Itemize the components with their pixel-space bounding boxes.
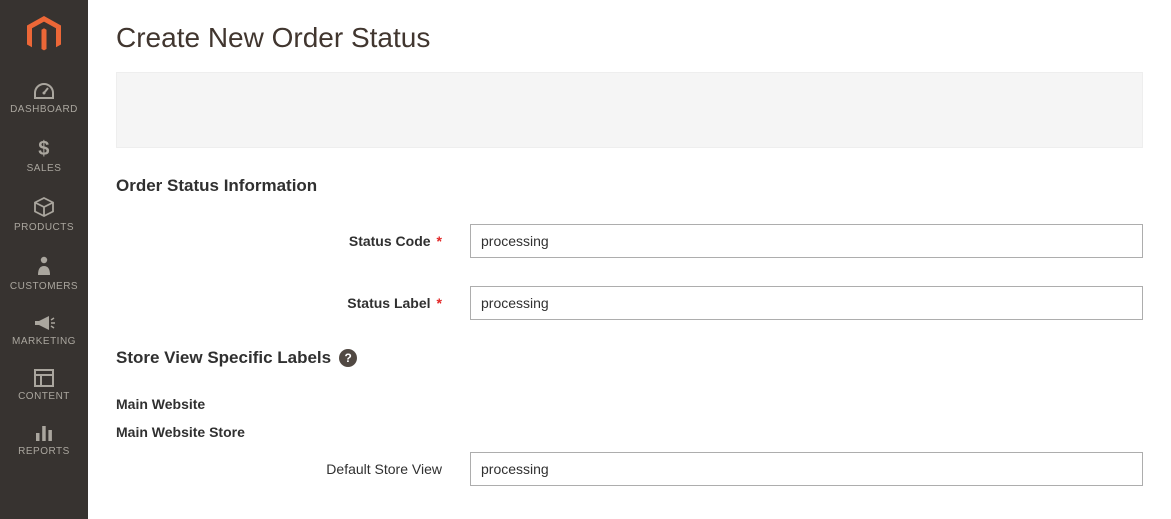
nav-marketing[interactable]: MARKETING <box>0 302 88 357</box>
dollar-icon: $ <box>37 137 51 159</box>
nav-sales[interactable]: $ SALES <box>0 125 88 184</box>
nav-label: PRODUCTS <box>14 222 74 233</box>
section-title-text: Order Status Information <box>116 176 317 196</box>
row-status-label: Status Label * <box>116 286 1143 320</box>
main-content: Create New Order Status Order Status Inf… <box>88 0 1171 519</box>
layout-icon <box>34 369 54 387</box>
nav-dashboard[interactable]: DASHBOARD <box>0 70 88 125</box>
nav-label: REPORTS <box>18 446 70 457</box>
status-label-input[interactable] <box>470 286 1143 320</box>
website-heading: Main Website <box>116 396 1143 412</box>
help-icon[interactable]: ? <box>339 349 357 367</box>
magento-logo-icon <box>27 16 61 54</box>
store-heading: Main Website Store <box>116 424 1143 440</box>
row-default-store-view: Default Store View <box>116 452 1143 486</box>
required-star-icon: * <box>437 233 442 249</box>
magento-logo[interactable] <box>0 0 88 70</box>
status-code-label: Status Code <box>349 233 431 249</box>
nav-content[interactable]: CONTENT <box>0 357 88 412</box>
section-store-view-labels: Store View Specific Labels ? <box>116 348 1143 368</box>
dashboard-icon <box>33 82 55 100</box>
nav-reports[interactable]: REPORTS <box>0 412 88 467</box>
page-title: Create New Order Status <box>116 22 1143 54</box>
bars-icon <box>34 424 54 442</box>
status-label-label: Status Label <box>347 295 430 311</box>
nav-label: SALES <box>27 163 62 174</box>
default-store-view-label: Default Store View <box>326 461 442 477</box>
box-icon <box>33 196 55 218</box>
section-title-text: Store View Specific Labels <box>116 348 331 368</box>
nav-label: CUSTOMERS <box>10 281 78 292</box>
status-code-input[interactable] <box>470 224 1143 258</box>
nav-customers[interactable]: CUSTOMERS <box>0 243 88 302</box>
required-star-icon: * <box>437 295 442 311</box>
nav-label: MARKETING <box>12 336 76 347</box>
nav-label: DASHBOARD <box>10 104 78 115</box>
row-status-code: Status Code * <box>116 224 1143 258</box>
admin-sidebar: DASHBOARD $ SALES PRODUCTS CUSTOMERS MAR… <box>0 0 88 519</box>
default-store-view-input[interactable] <box>470 452 1143 486</box>
nav-label: CONTENT <box>18 391 70 402</box>
nav-products[interactable]: PRODUCTS <box>0 184 88 243</box>
svg-text:$: $ <box>38 138 50 159</box>
megaphone-icon <box>33 314 55 332</box>
message-bar <box>116 72 1143 148</box>
person-icon <box>36 255 52 277</box>
section-order-status-info: Order Status Information <box>116 176 1143 196</box>
